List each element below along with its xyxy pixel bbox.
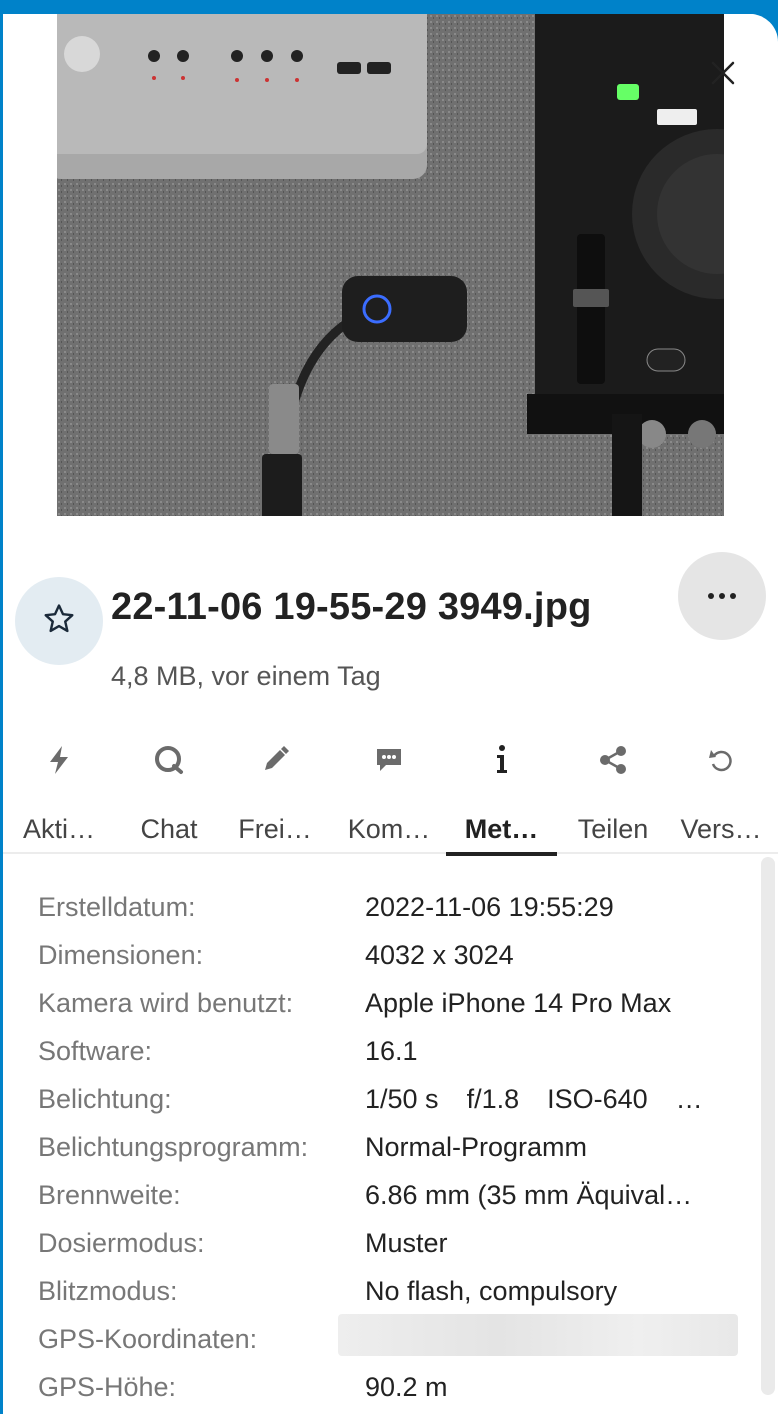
metadata-label: GPS-Koordinaten: [38,1324,258,1354]
metadata-value: No flash, compulsory [365,1276,618,1306]
metadata-value: Normal-Programm [365,1132,588,1162]
tab-activity[interactable]: Akti… [11,738,107,854]
close-button[interactable] [704,56,742,94]
metadata-row-gps: GPS-Koordinaten: [3,1310,763,1358]
share-icon [598,745,628,780]
metadata-value: 4032 x 3024 [365,940,514,970]
exposure-more: … [675,1084,703,1114]
more-actions-button[interactable] [678,552,766,640]
tab-chat[interactable]: Chat [121,738,217,854]
tab-label: Frei… [238,814,312,844]
tab-label: Teilen [577,814,649,844]
lightning-icon [47,745,71,780]
metadata-row-program: Belichtungsprogramm: Normal-Programm [3,1118,763,1166]
metadata-row-focal-length: Brennweite: 6.86 mm (35 mm Äquival… [3,1166,763,1214]
info-icon [492,744,512,781]
tab-label: Kom… [347,814,431,844]
metadata-label: Dimensionen: [38,940,204,970]
metadata-value: Muster [365,1228,448,1258]
metadata-row-metering: Dosiermodus: Muster [3,1214,763,1262]
metadata-value: 6.86 mm (35 mm Äquival… [365,1180,693,1210]
more-icon [707,587,737,605]
metadata-label: Software: [38,1036,153,1066]
metadata-row-camera: Kamera wird benutzt: Apple iPhone 14 Pro… [3,974,763,1022]
metadata-label: GPS-Höhe: [38,1372,177,1402]
metadata-label: Belichtung: [38,1084,172,1114]
metadata-value[interactable]: 1/50 s f/1.8 ISO-640 … [365,1084,703,1115]
tab-comments[interactable]: Kom… [339,738,439,854]
metadata-row-exposure: Belichtung: 1/50 s f/1.8 ISO-640 … [3,1070,763,1118]
image-preview[interactable] [57,14,724,516]
favorite-button[interactable] [15,577,103,665]
metadata-row-dimensions: Dimensionen: 4032 x 3024 [3,926,763,974]
photo-illustration [57,14,724,516]
metadata-row-software: Software: 16.1 [3,1022,763,1070]
metadata-value: 2022-11-06 19:55:29 [365,892,614,922]
exposure-iso: ISO-640 [547,1084,648,1114]
metadata-value: 16.1 [365,1036,418,1066]
tab-label: Met… [464,814,539,844]
metadata-row-created: Erstelldatum: 2022-11-06 19:55:29 [3,878,763,926]
metadata-label: Erstelldatum: [38,892,196,922]
tab-versions[interactable]: Vers… [671,738,771,854]
metadata-label: Brennweite: [38,1180,181,1210]
metadata-table: Erstelldatum: 2022-11-06 19:55:29 Dimens… [3,878,763,1406]
tab-share[interactable]: Teilen [565,738,661,854]
pencil-icon [260,745,290,780]
sidebar-tabs: Akti… Chat Frei… Kom… Met… Teilen Vers… [3,738,778,856]
metadata-label: Kamera wird benutzt: [38,988,294,1018]
star-icon [42,602,76,641]
tab-metadata[interactable]: Met… [446,738,557,856]
tab-label: Akti… [22,814,95,844]
metadata-label: Dosiermodus: [38,1228,205,1258]
restore-icon [707,746,735,779]
scrollbar[interactable] [761,857,775,1395]
tab-label: Chat [140,814,198,844]
metadata-row-altitude: GPS-Höhe: 90.2 m [3,1358,763,1406]
chat-icon [153,745,185,780]
exposure-aperture: f/1.8 [466,1084,520,1114]
metadata-row-flash: Blitzmodus: No flash, compulsory [3,1262,763,1310]
tab-sharing-freigabe[interactable]: Frei… [227,738,323,854]
tab-label: Vers… [680,814,762,844]
metadata-label: Belichtungsprogramm: [38,1132,309,1162]
metadata-value: Apple iPhone 14 Pro Max [365,988,672,1018]
top-corner-indicator [730,14,756,30]
file-name: 22-11-06 19-55-29 3949.jpg [111,586,592,628]
metadata-value: 90.2 m [365,1372,448,1402]
file-size-date: 4,8 MB, vor einem Tag [111,661,381,691]
exposure-shutter: 1/50 s [365,1084,439,1114]
metadata-label: Blitzmodus: [38,1276,178,1306]
gps-coordinates-redacted [338,1314,738,1356]
comment-icon [374,746,404,779]
sidebar-panel: 22-11-06 19-55-29 3949.jpg 4,8 MB, vor e… [3,14,778,1414]
close-icon [710,60,736,91]
file-header: 22-11-06 19-55-29 3949.jpg 4,8 MB, vor e… [3,550,778,691]
